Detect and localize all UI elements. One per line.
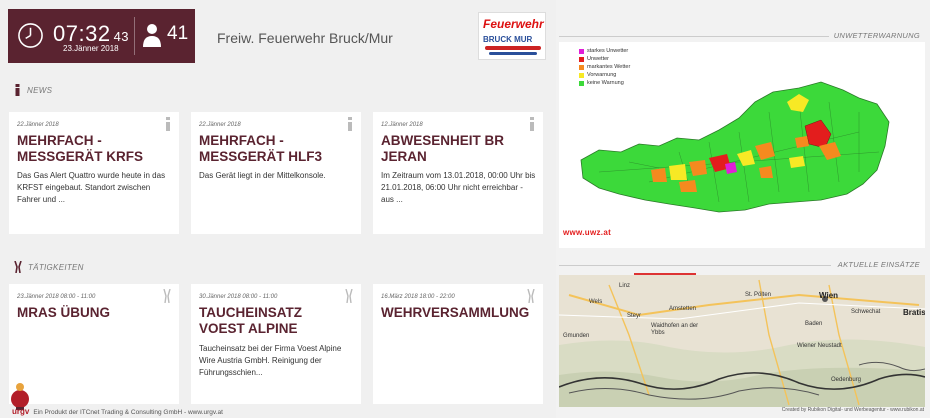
logo-text-bottom: BRUCK MUR — [483, 35, 533, 44]
news-card-text: Im Zeitraum vom 13.01.2018, 00:00 Uhr bi… — [381, 171, 536, 204]
activity-card-date: 23.Jänner 2018 08:00 - 11:00 — [17, 294, 96, 300]
weather-panel-label: UNWETTERWARNUNG — [833, 31, 920, 40]
activity-card-title: MRAS ÜBUNG — [17, 305, 110, 320]
map-city-label: St. Pölten — [745, 292, 772, 298]
activity-card-1[interactable]: 23.Jänner 2018 08:00 - 11:00 MRAS ÜBUNG — [9, 284, 179, 404]
news-card-3[interactable]: 12.Jänner 2018 ABWESENHEIT BR JERAN Im Z… — [373, 112, 543, 234]
map-city-label: Bratis — [903, 308, 925, 317]
clock-hours-minutes: 07:32 — [53, 21, 111, 46]
news-card-title: MEHRFACH - MESSGERÄT HLF3 — [199, 133, 323, 164]
clock-panel: 07:32 43 23.Jänner 2018 41 — [8, 9, 195, 63]
tools-icon — [14, 261, 22, 273]
activity-card-2[interactable]: 30.Jänner 2018 08:00 - 11:00 TAUCHEINSAT… — [191, 284, 361, 404]
logo-text-top: Feuerwehr — [483, 17, 544, 31]
news-card-2[interactable]: 22.Jänner 2018 MEHRFACH - MESSGERÄT HLF3… — [191, 112, 361, 234]
map-city-label: Linz — [619, 283, 631, 289]
tools-icon — [345, 289, 353, 303]
news-card-date: 22.Jänner 2018 — [199, 122, 241, 128]
news-card-date: 12.Jänner 2018 — [381, 122, 423, 128]
clock-icon — [18, 23, 43, 48]
info-icon — [530, 117, 534, 131]
map-city-label: Steyr — [627, 313, 642, 319]
footer-text: urgv Ein Produkt der ITCnet Trading & Con… — [12, 407, 223, 416]
map-city-label: Oedenburg — [831, 377, 862, 383]
map-city-label: Waidhofen an der Ybbs — [651, 323, 699, 336]
activities-section-header: TÄTIGKEITEN — [14, 261, 84, 273]
map-city-label: Wels — [589, 299, 603, 305]
clock-seconds: 43 — [113, 29, 130, 44]
activities-section-label: TÄTIGKEITEN — [28, 262, 84, 272]
logo-swoosh-blue — [489, 52, 537, 55]
operations-map-graphic — [559, 275, 925, 407]
weather-source: www.uwz.at — [563, 228, 612, 237]
news-card-text: Das Gas Alert Quattro wurde heute in das… — [17, 171, 166, 204]
member-count: 41 — [167, 23, 189, 44]
clock-date: 23.Jänner 2018 — [63, 44, 119, 53]
map-city-label: Wiener Neustadt — [797, 343, 842, 349]
footer-brand: urgv — [12, 407, 30, 416]
news-card-title: ABWESENHEIT BR JERAN — [381, 133, 505, 164]
map-city-label: Gmunden — [563, 333, 590, 339]
header-bar: 07:32 43 23.Jänner 2018 41 Freiw. Feuerwe… — [8, 9, 547, 63]
activity-card-3[interactable]: 16.März 2018 18:00 - 22:00 WEHRVERSAMMLU… — [373, 284, 543, 404]
activity-card-date: 30.Jänner 2018 08:00 - 11:00 — [199, 294, 278, 300]
austria-warning-map — [580, 81, 890, 213]
news-card-1[interactable]: 22.Jänner 2018 MEHRFACH - MESSGERÄT KRFS… — [9, 112, 179, 234]
info-icon — [15, 84, 20, 96]
footer-product-text: Ein Produkt der ITCnet Trading & Consult… — [33, 409, 223, 416]
info-icon — [348, 117, 352, 131]
logo-swoosh-red — [485, 46, 541, 50]
news-card-text: Das Gerät liegt in der Mittelkonsole. — [199, 171, 326, 180]
operations-credits: Created by Rubikon Digital- und Werbeage… — [781, 407, 924, 413]
person-icon — [143, 24, 161, 47]
activity-card-title: TAUCHEINSATZ VOEST ALPINE — [199, 305, 302, 336]
news-card-title: MEHRFACH - MESSGERÄT KRFS — [17, 133, 144, 164]
activity-card-text: Taucheinsatz bei der Firma Voest Alpine … — [199, 344, 342, 377]
map-city-label: Wien — [819, 291, 839, 300]
activity-card-title: WEHRVERSAMMLUNG — [381, 305, 530, 320]
brigade-logo: Feuerwehr BRUCK MUR — [478, 12, 546, 60]
operations-panel-label: AKTUELLE EINSÄTZE — [837, 260, 920, 269]
news-card-date: 22.Jänner 2018 — [17, 122, 59, 128]
operations-divider — [559, 265, 831, 266]
organization-name: Freiw. Feuerwehr Bruck/Mur — [217, 30, 393, 46]
news-section-label: NEWS — [27, 85, 53, 95]
tools-icon — [527, 289, 535, 303]
header-divider — [134, 17, 135, 55]
weather-warning-map[interactable]: starkes Unwetter Unwetter markantes Wett… — [559, 42, 925, 248]
dashboard-right: UNWETTERWARNUNG starkes Unwetter Unwette… — [556, 0, 930, 418]
tools-icon — [163, 289, 171, 303]
map-city-label: Amstetten — [669, 306, 697, 312]
dashboard-left: 07:32 43 23.Jänner 2018 41 Freiw. Feuerwe… — [0, 0, 556, 418]
operations-map[interactable]: Linz Wels Amstetten St. Pölten Wien Brat… — [559, 275, 925, 407]
weather-divider — [559, 36, 829, 37]
activity-card-date: 16.März 2018 18:00 - 22:00 — [381, 294, 455, 300]
info-icon — [166, 117, 170, 131]
news-section-header: NEWS — [14, 84, 52, 96]
map-city-label: Schwechat — [851, 309, 881, 315]
map-city-label: Baden — [805, 321, 823, 327]
